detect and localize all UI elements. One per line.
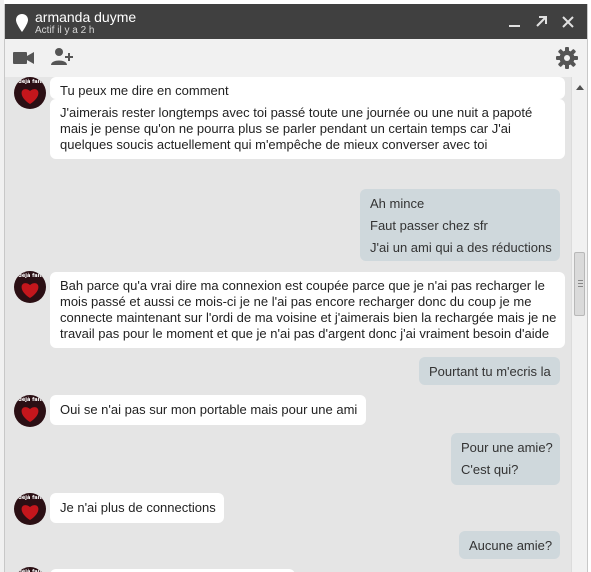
video-call-icon[interactable] (13, 51, 35, 68)
outgoing-message: Pourtant tu m'ecris la (419, 357, 560, 385)
scroll-up-arrow-icon[interactable] (576, 85, 584, 90)
avatar-label: déjà fait (18, 495, 42, 501)
message-text: mais je pense qu'on ne pourra plus se pa… (60, 121, 511, 136)
message-text: Oui se n'ai pas sur mon portable mais po… (60, 402, 358, 417)
chat-title-bar[interactable]: armanda duyme Actif il y a 2 h (5, 4, 587, 39)
incoming-message: Bah parce qu'a vrai dire ma connexion es… (50, 272, 565, 348)
message-text: Bah parce qu'a vrai dire ma connexion es… (60, 278, 545, 293)
message-text: Je n'ai plus de connections (60, 500, 216, 515)
incoming-message: Je n'ai plus de connections (50, 493, 224, 523)
message-text: Pour une amie? (461, 440, 553, 455)
message-list[interactable]: déjà fait Tu peux me dire en comment J'a… (5, 77, 571, 572)
settings-gear-icon[interactable] (556, 47, 578, 72)
outgoing-message-group: Ah mince Faut passer chez sfr J'ai un am… (360, 189, 560, 261)
outgoing-message-group: Pour une amie? C'est qui? (451, 433, 560, 485)
avatar-label: déjà fait (18, 79, 42, 85)
message-text: J'aimerais rester longtemps avec toi pas… (60, 105, 533, 120)
minimize-icon[interactable] (507, 14, 523, 30)
message-text: Faut passer chez sfr (370, 218, 488, 233)
heart-icon (21, 283, 39, 298)
incoming-message: Oui se n'ai pas sur mon portable mais po… (50, 395, 366, 425)
message-text: Pourtant tu m'ecris la (429, 364, 551, 379)
outgoing-message: Aucune amie? (459, 531, 560, 559)
message-text: Ah mince (370, 196, 425, 211)
chat-window: armanda duyme Actif il y a 2 h déjà fait… (4, 4, 588, 572)
message-text: Tu peux me dire en comment (60, 83, 229, 98)
avatar-label: déjà fait (18, 273, 42, 279)
incoming-message: Tu peux me dire en comment (50, 77, 565, 99)
message-text: C'est qui? (461, 462, 519, 477)
message-text: travail pas pour le moment et que je n'a… (60, 326, 550, 341)
incoming-message: J'aimerais rester longtemps avec toi pas… (50, 99, 565, 159)
contact-avatar[interactable]: déjà fait (14, 271, 46, 303)
contact-avatar[interactable]: déjà fait (14, 395, 46, 427)
message-text: J'ai un ami qui a des réductions (370, 240, 552, 255)
chat-toolbar (5, 39, 587, 78)
message-text: connecte maintenant sur l'ordi de ma voi… (60, 310, 557, 325)
popout-icon[interactable] (533, 14, 549, 30)
message-text: mois passé et aussi ce mois-ci je ne l'a… (60, 294, 532, 309)
heart-icon (21, 505, 39, 520)
contact-status: Actif il y a 2 h (35, 25, 95, 36)
message-scrollbar[interactable] (571, 77, 587, 572)
message-text: quelques soucis actuellement qui m'empêc… (60, 137, 488, 152)
contact-avatar[interactable]: déjà fait (14, 493, 46, 525)
close-icon[interactable] (560, 14, 576, 30)
location-pin-icon (15, 14, 29, 32)
add-person-icon[interactable] (51, 47, 75, 70)
contact-avatar[interactable]: déjà fait (14, 77, 46, 109)
contact-name[interactable]: armanda duyme (35, 9, 136, 25)
heart-icon (21, 407, 39, 422)
message-text: Aucune amie? (469, 538, 553, 553)
contact-avatar[interactable]: déjà fait (14, 567, 46, 572)
avatar-label: déjà fait (18, 397, 42, 403)
heart-icon (21, 89, 39, 104)
scroll-thumb[interactable] (574, 252, 585, 316)
